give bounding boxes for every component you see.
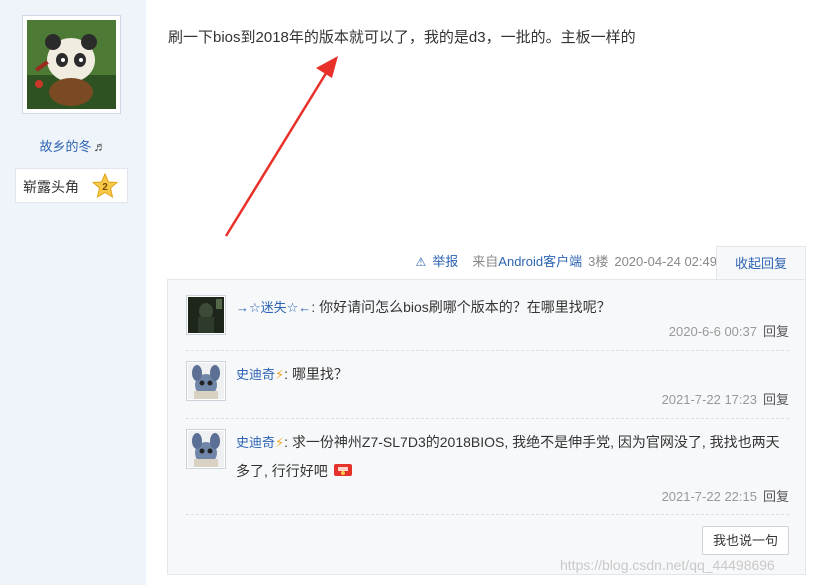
reply-item: →☆迷失☆←: 你好请问怎么bios刷哪个版本的？在哪里找呢？ 2020-6-6…	[186, 295, 789, 351]
level-badge[interactable]: 崭露头角 2	[15, 168, 128, 203]
reply-body: 史迪奇⚡: 求一份神州Z7-SL7D3的2018BIOS, 我绝不是伸手党, 因…	[236, 428, 789, 485]
source-prefix: 来自	[472, 254, 499, 269]
source-client-link[interactable]: Android客户端	[498, 254, 582, 269]
lightning-icon: ⚡	[275, 367, 285, 382]
reply-avatar[interactable]	[186, 295, 226, 335]
post-content: 刷一下bios到2018年的版本就可以了，我的是d3，一批的。主板一样的	[168, 29, 636, 46]
floor-number: 3楼	[588, 254, 609, 269]
emoji-red-envelope-icon	[333, 464, 352, 476]
reply-box: →☆迷失☆←: 你好请问怎么bios刷哪个版本的？在哪里找呢？ 2020-6-6…	[167, 279, 806, 575]
reply-username[interactable]: →☆迷失☆←	[236, 300, 311, 315]
warning-icon: ⚠	[415, 255, 427, 269]
reply-username-text[interactable]: 史迪奇	[236, 435, 275, 450]
reply-item: 史迪奇⚡: 哪里找？ 2021-7-22 17:23 回复	[186, 361, 789, 419]
avatar-image	[27, 20, 116, 109]
reply-button[interactable]: 回复	[763, 392, 789, 407]
reply-button[interactable]: 回复	[763, 324, 789, 339]
reply-body: 史迪奇⚡: 哪里找？	[236, 360, 789, 389]
reply-username-text[interactable]: 史迪奇	[236, 367, 275, 382]
lightning-icon: ⚡	[275, 435, 285, 450]
reply-time: 2021-7-22 22:15	[661, 489, 757, 504]
reply-separator: :	[284, 366, 289, 382]
reply-avatar[interactable]	[186, 361, 226, 401]
music-note-icon: ♬	[93, 139, 107, 154]
reply-text: 求一份神州Z7-SL7D3的2018BIOS, 我绝不是伸手党, 因为官网没了,…	[236, 434, 780, 479]
level-title: 崭露头角	[23, 179, 79, 195]
post-tail: ⚠ 举报 来自Android客户端 3楼 2020-04-24 02:49	[416, 253, 724, 271]
report-link[interactable]: ⚠ 举报	[416, 254, 465, 269]
watermark: https://blog.csdn.net/qq_44498696	[560, 557, 775, 573]
reply-time: 2020-6-6 00:37	[668, 324, 757, 339]
collapse-replies-button[interactable]: 收起回复	[716, 246, 806, 280]
post-source: 来自Android客户端	[472, 254, 582, 269]
reply-avatar[interactable]	[186, 429, 226, 469]
reply-button[interactable]: 回复	[763, 489, 789, 504]
reply-avatar-image	[188, 431, 224, 467]
reply-username[interactable]: 史迪奇⚡	[236, 435, 284, 450]
reply-meta: 2020-6-6 00:37 回复	[669, 321, 789, 340]
author-name-text[interactable]: 故乡的冬	[39, 139, 91, 154]
level-number: 2	[102, 182, 108, 193]
author-name[interactable]: 故乡的冬 ♬	[0, 136, 146, 155]
reply-body: →☆迷失☆←: 你好请问怎么bios刷哪个版本的？在哪里找呢？	[236, 293, 789, 322]
reply-separator: :	[284, 434, 289, 450]
reply-meta: 2021-7-22 17:23 回复	[662, 389, 789, 408]
level-star-icon: 2	[92, 173, 118, 199]
reply-item: 史迪奇⚡: 求一份神州Z7-SL7D3的2018BIOS, 我绝不是伸手党, 因…	[186, 429, 789, 515]
reply-meta: 2021-7-22 22:15 回复	[662, 486, 789, 505]
report-label[interactable]: 举报	[432, 254, 458, 269]
post-datetime: 2020-04-24 02:49	[614, 254, 717, 269]
reply-time: 2021-7-22 17:23	[661, 392, 757, 407]
author-avatar[interactable]	[22, 15, 121, 114]
reply-avatar-image	[188, 297, 224, 333]
say-something-button[interactable]: 我也说一句	[702, 526, 789, 555]
reply-separator: :	[311, 299, 316, 315]
reply-text: 你好请问怎么bios刷哪个版本的？在哪里找呢？	[319, 299, 611, 315]
reply-text: 哪里找？	[291, 366, 348, 382]
author-sidebar: 故乡的冬 ♬ 崭露头角 2	[0, 0, 146, 585]
reply-username[interactable]: 史迪奇⚡	[236, 367, 284, 382]
reply-avatar-image	[188, 363, 224, 399]
